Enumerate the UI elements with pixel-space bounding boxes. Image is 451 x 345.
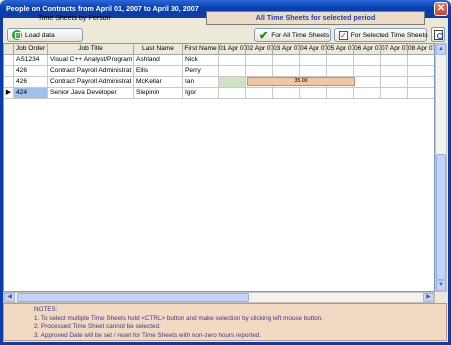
all-timesheets-label: For All Time Sheets xyxy=(271,31,330,39)
column-header-job-order[interactable]: Job Order xyxy=(14,44,48,55)
horizontal-scroll-thumb[interactable] xyxy=(17,293,249,302)
column-header-job-title[interactable]: Job Title xyxy=(48,44,134,55)
vertical-scroll-thumb[interactable] xyxy=(436,154,446,280)
cell-job-title: Contract Payroll Administrat xyxy=(48,77,134,88)
by-person-label: Time Sheets by Person xyxy=(38,15,111,22)
day-cell[interactable] xyxy=(300,88,327,99)
load-data-button[interactable]: Load data xyxy=(7,28,83,42)
day-cell[interactable] xyxy=(408,55,434,66)
cell-job-order: 426 xyxy=(14,66,48,77)
cell-last-name: Ellis xyxy=(134,66,183,77)
horizontal-scrollbar[interactable]: ◀ ▶ xyxy=(3,292,435,303)
cell-first-name: Igor xyxy=(183,88,219,99)
row-indicator xyxy=(4,77,14,88)
day-cell[interactable] xyxy=(219,77,246,88)
period-selector[interactable]: All Time Sheets for selected period xyxy=(206,11,425,25)
day-cell[interactable] xyxy=(246,88,273,99)
table-row[interactable]: 426 Contract Payroll Administrat Ellis P… xyxy=(4,66,434,77)
scroll-down-icon[interactable]: ▼ xyxy=(436,280,446,291)
day-cell[interactable] xyxy=(381,88,408,99)
day-cell[interactable] xyxy=(219,88,246,99)
current-row-icon: ▶ xyxy=(5,89,12,96)
cell-job-title: Senior Java Developer xyxy=(48,88,134,99)
day-cell[interactable] xyxy=(246,66,273,77)
notes-heading: NOTES: xyxy=(34,306,58,313)
day-cell[interactable] xyxy=(219,66,246,77)
scroll-up-icon[interactable]: ▲ xyxy=(436,44,446,55)
day-cell[interactable] xyxy=(354,88,381,99)
row-indicator xyxy=(4,66,14,77)
window-title: People on Contracts from April 01, 2007 … xyxy=(6,4,199,13)
day-cell[interactable] xyxy=(354,66,381,77)
checkmark-icon: ✔ xyxy=(259,29,269,42)
day-cell[interactable] xyxy=(273,55,300,66)
column-header-last-name[interactable]: Last Name xyxy=(134,44,183,55)
row-indicator: ▶ xyxy=(4,88,14,99)
cell-job-order: 426 xyxy=(14,77,48,88)
day-cell[interactable] xyxy=(408,66,434,77)
table-row[interactable]: 426 Contract Payroll Administrat McKella… xyxy=(4,77,434,88)
row-indicator xyxy=(4,55,14,66)
vertical-scrollbar[interactable]: ▲ ▼ xyxy=(435,43,447,292)
cell-job-title: Contract Payroll Administrat xyxy=(48,66,134,77)
note-line: 2. Processed Time Sheet cannot be select… xyxy=(34,323,161,330)
day-cell[interactable] xyxy=(327,66,354,77)
day-cell[interactable] xyxy=(219,55,246,66)
column-header-day[interactable]: 08 Apr 07 xyxy=(408,44,434,55)
column-header-day[interactable]: 05 Apr 07 xyxy=(327,44,354,55)
scroll-left-icon[interactable]: ◀ xyxy=(4,293,15,302)
load-data-label: Load data xyxy=(25,31,55,39)
scroll-right-icon[interactable]: ▶ xyxy=(423,293,434,302)
timesheet-grid: Job Order Job Title Last Name First Name… xyxy=(3,43,435,292)
cell-job-order: AS1234 xyxy=(14,55,48,66)
search-doc-icon xyxy=(433,29,443,40)
extra-tool-button[interactable] xyxy=(431,27,445,42)
day-cell[interactable] xyxy=(273,66,300,77)
day-cell[interactable] xyxy=(246,55,273,66)
column-header-day[interactable]: 07 Apr 07 xyxy=(381,44,408,55)
day-cell[interactable] xyxy=(273,88,300,99)
column-header-day[interactable]: 02 Apr 07 xyxy=(246,44,273,55)
day-cell[interactable] xyxy=(300,66,327,77)
note-line: 1. To select multiple Time Sheets hold <… xyxy=(34,314,323,322)
day-cell[interactable] xyxy=(381,55,408,66)
close-button[interactable]: ✕ xyxy=(434,2,448,16)
notes-panel: NOTES: 1. To select multiple Time Sheets… xyxy=(3,303,447,341)
column-header-day[interactable]: 03 Apr 07 xyxy=(273,44,300,55)
cell-job-title: Visual C++ Analyst/Program xyxy=(48,55,134,66)
day-cell[interactable] xyxy=(354,55,381,66)
cell-last-name: Ashland xyxy=(134,55,183,66)
column-header-first-name[interactable]: First Name xyxy=(183,44,219,55)
cell-last-name: Slepinin xyxy=(134,88,183,99)
column-header-day[interactable]: 06 Apr 07 xyxy=(354,44,381,55)
all-timesheets-button[interactable]: ✔ For All Time Sheets xyxy=(254,28,331,42)
cell-first-name: Perry xyxy=(183,66,219,77)
selected-timesheets-button[interactable]: ✓ For Selected Time Sheets xyxy=(334,28,428,42)
day-cell[interactable] xyxy=(300,55,327,66)
day-cell[interactable] xyxy=(381,66,408,77)
timesheet-bar[interactable]: 35.00 xyxy=(247,77,355,86)
cell-first-name: Nick xyxy=(183,55,219,66)
cell-job-order[interactable]: 424 xyxy=(14,88,48,99)
selected-timesheets-label: For Selected Time Sheets xyxy=(350,31,428,39)
column-header-day[interactable]: 04 Apr 07 xyxy=(300,44,327,55)
column-header-day[interactable]: 01 Apr 07 xyxy=(219,44,246,55)
day-cell[interactable] xyxy=(408,88,434,99)
cell-last-name: McKellar xyxy=(134,77,183,88)
database-icon xyxy=(12,30,22,40)
table-row[interactable]: ▶ 424 Senior Java Developer Slepinin Igo… xyxy=(4,88,434,99)
day-cell[interactable] xyxy=(381,77,408,88)
note-line: 3. Approved Date will be set / reset for… xyxy=(34,331,262,339)
cell-first-name: Ian xyxy=(183,77,219,88)
document-check-icon: ✓ xyxy=(339,30,348,40)
grid-header: Job Order Job Title Last Name First Name… xyxy=(4,44,434,55)
header-indicator xyxy=(4,44,14,55)
day-cell[interactable] xyxy=(408,77,434,88)
day-cell[interactable] xyxy=(354,77,381,88)
day-cell[interactable] xyxy=(327,88,354,99)
table-row[interactable]: AS1234 Visual C++ Analyst/Program Ashlan… xyxy=(4,55,434,66)
day-cell[interactable] xyxy=(327,55,354,66)
